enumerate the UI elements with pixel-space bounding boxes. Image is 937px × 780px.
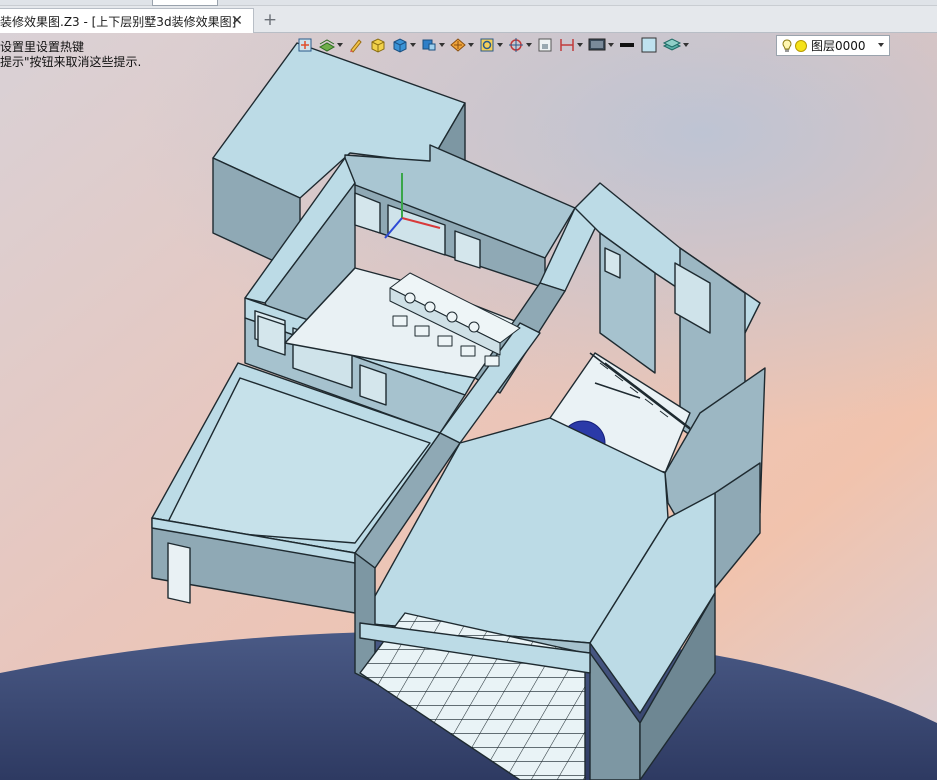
line-color-button[interactable] bbox=[618, 34, 636, 56]
layers-stack-dropdown[interactable] bbox=[682, 34, 689, 56]
box-wire-dropdown[interactable] bbox=[438, 34, 445, 56]
view-front-button[interactable] bbox=[296, 34, 314, 56]
display-mode-dropdown[interactable] bbox=[607, 34, 614, 56]
box-solid-button[interactable] bbox=[391, 34, 416, 56]
render-style-dropdown[interactable] bbox=[467, 34, 474, 56]
box-solid-icon bbox=[393, 38, 407, 53]
layer-state-icon[interactable] bbox=[795, 39, 807, 52]
target-button[interactable] bbox=[507, 34, 532, 56]
layers-stack-icon bbox=[662, 38, 682, 51]
new-tab-icon[interactable]: + bbox=[261, 11, 279, 29]
model-scene bbox=[0, 33, 937, 780]
filter-layers-dropdown[interactable] bbox=[336, 34, 343, 56]
target-icon bbox=[509, 38, 523, 52]
document-tab-bar: 装修效果图.Z3 - [上下层别墅3d装修效果图] ✕ + bbox=[0, 6, 937, 33]
filter-layers-button[interactable] bbox=[318, 34, 343, 56]
section-icon bbox=[560, 39, 574, 51]
hint-text-2: 提示"按钮来取消这些提示. bbox=[0, 55, 142, 69]
tab-close-icon[interactable]: ✕ bbox=[229, 13, 245, 29]
box-shaded-icon bbox=[371, 38, 385, 53]
frame-icon bbox=[538, 38, 552, 52]
chevron-down-icon bbox=[878, 43, 884, 47]
document-tab-active[interactable]: 装修效果图.Z3 - [上下层别墅3d装修效果图] ✕ bbox=[0, 8, 254, 33]
rotate-view-button[interactable] bbox=[478, 34, 503, 56]
box-wire-icon bbox=[422, 39, 436, 51]
layer-select[interactable]: 图层0000 bbox=[776, 35, 890, 56]
render-style-button[interactable] bbox=[449, 34, 474, 56]
view-toolbar bbox=[296, 33, 693, 57]
pencil-edit-icon bbox=[350, 39, 362, 53]
display-mode-icon bbox=[588, 38, 606, 51]
frame-button[interactable] bbox=[536, 34, 554, 56]
section-button[interactable] bbox=[558, 34, 583, 56]
lightbulb-icon[interactable] bbox=[781, 38, 793, 53]
line-color-swatch bbox=[620, 43, 634, 47]
layers-stack-button[interactable] bbox=[662, 34, 689, 56]
fill-color-button[interactable] bbox=[640, 34, 658, 56]
left-wing-door bbox=[167, 542, 191, 604]
view-front-icon bbox=[298, 38, 312, 52]
box-shaded-button[interactable] bbox=[369, 34, 387, 56]
display-mode-button[interactable] bbox=[587, 34, 614, 56]
box-solid-dropdown[interactable] bbox=[409, 34, 416, 56]
section-dropdown[interactable] bbox=[576, 34, 583, 56]
3d-viewport[interactable] bbox=[0, 33, 937, 780]
fill-color-swatch bbox=[641, 37, 657, 53]
target-dropdown[interactable] bbox=[525, 34, 532, 56]
document-tab-label: 装修效果图.Z3 - [上下层别墅3d装修效果图] bbox=[0, 14, 237, 29]
filter-layers-icon bbox=[318, 39, 336, 52]
pencil-edit-button[interactable] bbox=[347, 34, 365, 56]
rotate-view-dropdown[interactable] bbox=[496, 34, 503, 56]
render-style-icon bbox=[450, 38, 466, 52]
box-wire-button[interactable] bbox=[420, 34, 445, 56]
layer-select-value: 图层0000 bbox=[811, 39, 866, 53]
rotate-view-icon bbox=[480, 38, 494, 52]
